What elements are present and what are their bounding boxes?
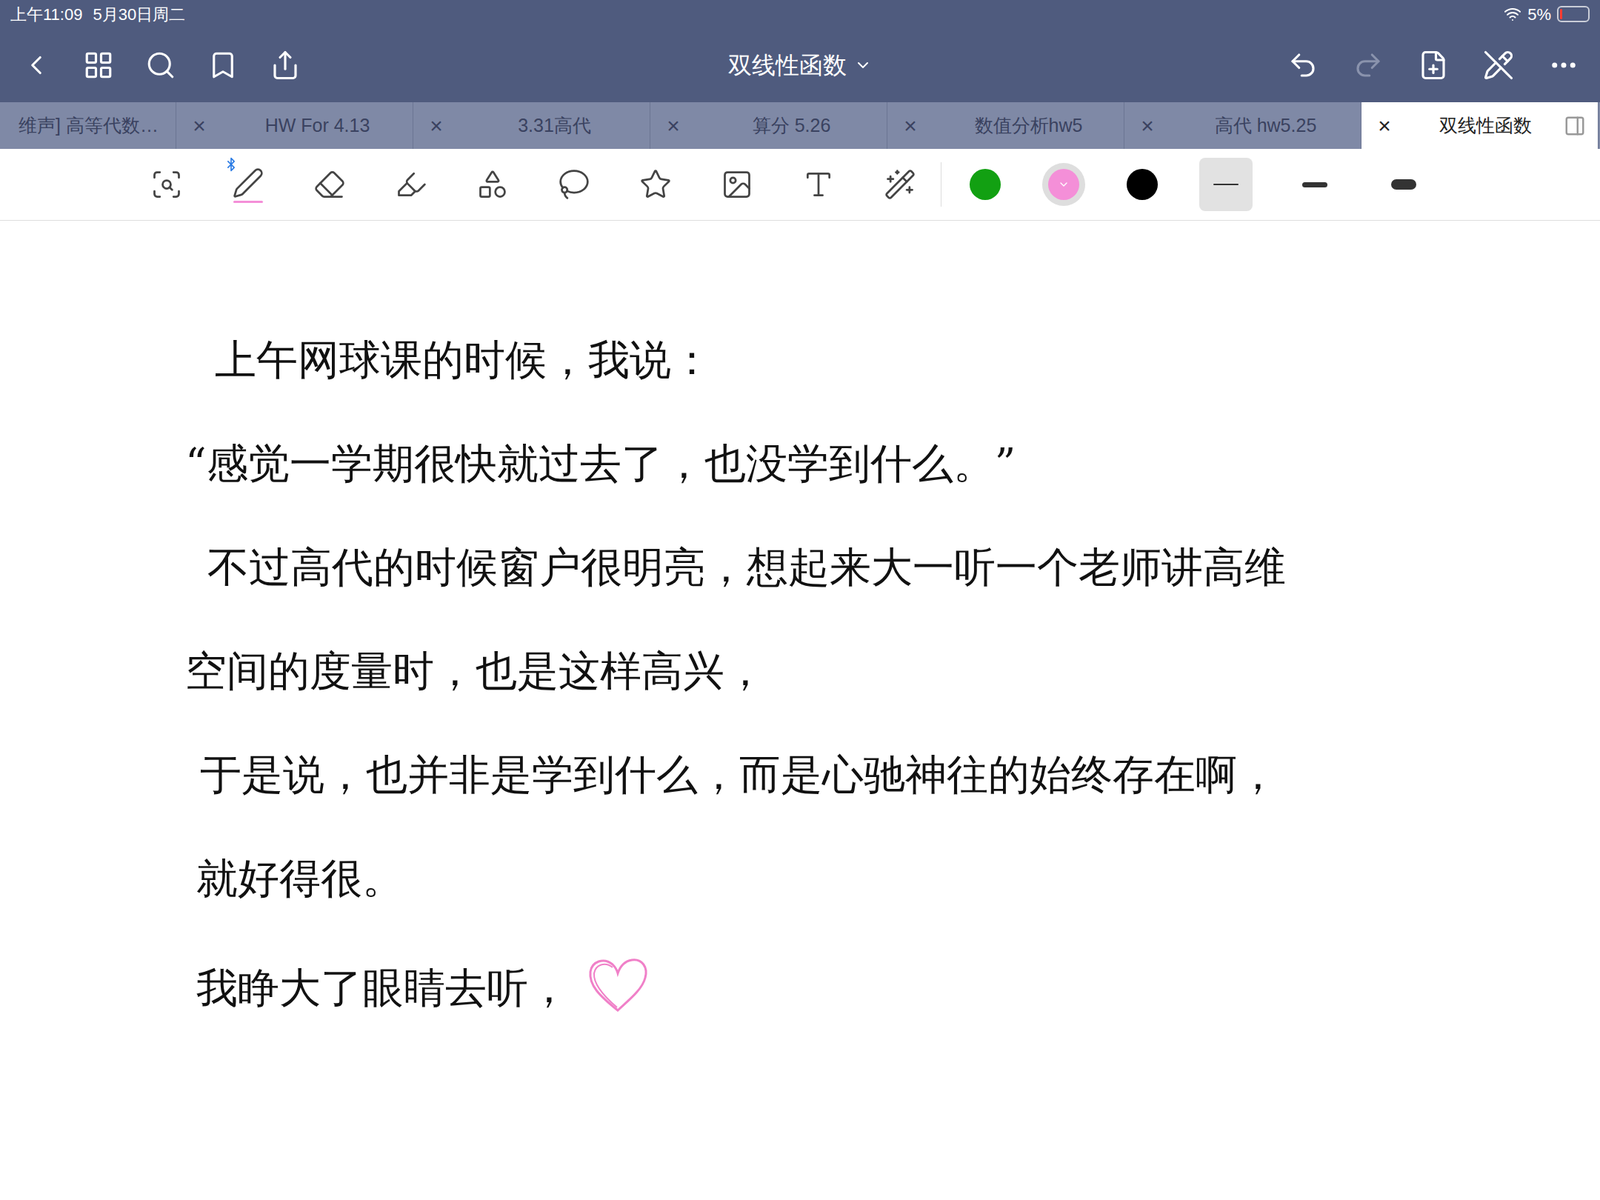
tab-label: 高代 hw5.25 xyxy=(1170,111,1361,140)
undo-icon[interactable] xyxy=(1287,49,1319,81)
tool-button[interactable] xyxy=(474,161,512,208)
read-only-icon[interactable] xyxy=(1482,49,1515,81)
text-box-icon xyxy=(802,168,835,201)
tool-button[interactable] xyxy=(392,161,430,208)
color-swatch[interactable] xyxy=(963,162,1007,206)
note-page[interactable]: 上午网球课的时候，我说： “感觉一学期很快就过去了，也没学到什么。” 不过高代的时候… xyxy=(0,220,1600,1200)
tab-close[interactable]: × xyxy=(1124,108,1171,143)
shapes-icon xyxy=(476,168,509,201)
lasso-icon xyxy=(557,168,591,201)
back-icon[interactable] xyxy=(20,49,52,81)
tool-button[interactable] xyxy=(148,161,186,208)
stroke-width[interactable] xyxy=(1288,157,1342,212)
tab-label: 数值分析hw5 xyxy=(933,111,1124,140)
tab-label: HW For 4.13 xyxy=(222,111,413,140)
tab-label: 维声] 高等代数… xyxy=(1,111,176,140)
zoom-window-icon xyxy=(150,168,183,201)
eraser-icon xyxy=(313,168,346,201)
tool-button[interactable] xyxy=(637,161,675,208)
tab-label: 算分 5.26 xyxy=(696,111,887,140)
tool-button[interactable] xyxy=(555,161,593,208)
date: 5月30日周二 xyxy=(92,2,186,27)
stroke-width[interactable] xyxy=(1199,157,1253,212)
header: 上午11:09 5月30日周二 5% 双线性函数 xyxy=(0,0,1600,103)
nav-bar: 双线性函数 xyxy=(0,28,1600,103)
highlighter-icon xyxy=(394,168,428,201)
sticker-icon xyxy=(639,168,672,201)
stroke-width[interactable] xyxy=(1377,157,1431,212)
handwritten-line: 我睁大了眼睛去听， xyxy=(185,954,1600,1017)
tab-bar: 维声] 高等代数…×HW For 4.13×3.31高代×算分 5.26×数值分… xyxy=(0,102,1600,149)
handwritten-line: 空间的度量时，也是这样高兴， xyxy=(185,642,1600,700)
tab[interactable]: ×双线性函数 xyxy=(1361,102,1599,149)
more-icon[interactable] xyxy=(1548,49,1580,81)
pen-icon xyxy=(231,166,265,200)
handwritten-line: 于是说，也并非是学到什么，而是心驰神往的始终存在啊， xyxy=(185,746,1600,803)
battery-icon xyxy=(1557,5,1590,23)
tab-label: 3.31高代 xyxy=(459,111,650,140)
redo-icon[interactable] xyxy=(1352,49,1384,81)
share-icon[interactable] xyxy=(269,49,301,81)
tab[interactable]: ×高代 hw5.25 xyxy=(1124,102,1362,149)
chevron-down-icon xyxy=(1057,178,1070,191)
split-view-icon[interactable] xyxy=(1563,114,1586,138)
status-bar: 上午11:09 5月30日周二 5% xyxy=(0,0,1600,29)
tool-button[interactable] xyxy=(718,161,756,208)
app: 上午11:095月30日周二5%双线性函数维声] 高等代数…×HW For 4.… xyxy=(0,0,1600,1200)
tab[interactable]: ×算分 5.26 xyxy=(650,102,888,149)
bookmark-icon[interactable] xyxy=(207,49,239,81)
color-swatch[interactable] xyxy=(1120,162,1164,206)
tab[interactable]: ×HW For 4.13 xyxy=(176,102,414,149)
tab[interactable]: 维声] 高等代数… xyxy=(0,102,177,149)
time: 上午11:09 xyxy=(10,2,83,27)
tool-button[interactable] xyxy=(229,161,267,208)
tab-close[interactable]: × xyxy=(887,108,934,143)
handwritten-line: 上午网球课的时候，我说： xyxy=(185,331,1600,389)
tab-label: 双线性函数 xyxy=(1407,111,1564,140)
search-icon[interactable] xyxy=(145,49,177,81)
handwritten-line: “感觉一学期很快就过去了，也没学到什么。” xyxy=(185,435,1600,492)
bluetooth-icon xyxy=(223,157,239,172)
tab[interactable]: ×3.31高代 xyxy=(413,102,651,149)
tab-close[interactable]: × xyxy=(650,108,697,143)
tab-close[interactable]: × xyxy=(1361,108,1408,143)
chevron-down-icon xyxy=(854,56,872,75)
image-icon xyxy=(720,168,754,201)
tab-close[interactable]: × xyxy=(176,108,223,143)
handwritten-line: 就好得很。 xyxy=(185,850,1600,907)
tool-button[interactable] xyxy=(800,161,838,208)
grid-icon[interactable] xyxy=(82,49,115,81)
toolbar xyxy=(0,148,1600,221)
wifi-icon xyxy=(1503,5,1522,23)
handwritten-line: 不过高代的时候窗户很明亮，想起来大一听一个老师讲高维 xyxy=(185,539,1600,596)
tab[interactable]: ×数值分析hw5 xyxy=(887,102,1125,149)
laser-pointer-icon xyxy=(883,168,917,201)
battery-text: 5% xyxy=(1527,2,1552,27)
heart-icon xyxy=(584,954,652,1017)
tool-button[interactable] xyxy=(311,161,349,208)
add-page-icon[interactable] xyxy=(1417,49,1449,81)
color-swatch[interactable] xyxy=(1042,162,1086,206)
tab-close[interactable]: × xyxy=(413,108,460,143)
document-title[interactable]: 双线性函数 xyxy=(728,47,872,83)
tool-button[interactable] xyxy=(881,161,919,208)
